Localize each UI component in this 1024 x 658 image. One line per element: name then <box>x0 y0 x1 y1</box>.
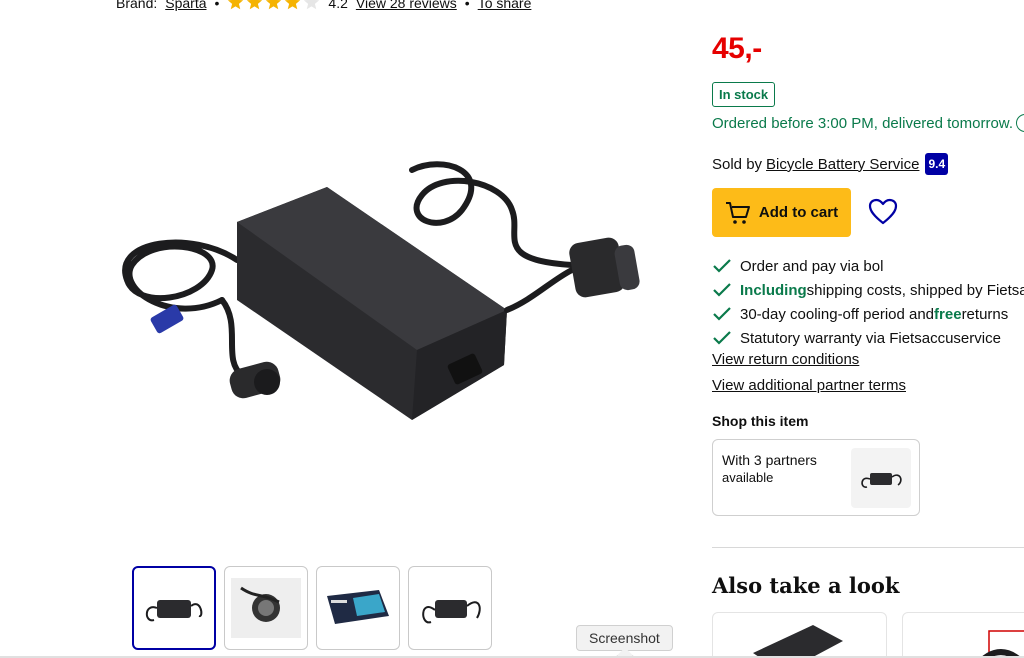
rating-stars <box>227 0 320 11</box>
return-conditions-link[interactable]: View return conditions <box>712 351 859 368</box>
charger-cable-thumbnail-icon <box>422 600 481 624</box>
thumbnail-2[interactable] <box>224 566 308 650</box>
rating-value: 4.2 <box>328 0 348 11</box>
star-icon <box>228 0 244 10</box>
separator: • <box>464 0 470 11</box>
seller-info: Sold by Bicycle Battery Service 9.4 <box>712 153 949 175</box>
check-icon <box>713 307 731 321</box>
partner-text: With 3 partners available <box>722 452 817 486</box>
cart-icon <box>725 201 750 224</box>
recommendation-card[interactable] <box>902 612 1024 658</box>
thumbnail-4[interactable] <box>408 566 492 650</box>
product-main-image[interactable] <box>112 150 672 430</box>
charger-thumbnail-icon <box>145 600 203 622</box>
stock-badge: In stock <box>712 82 776 107</box>
brand-label: Brand: <box>116 0 158 11</box>
product-meta-row: Brand: Sparta • 4.2 View 28 reviews • To… <box>116 0 531 11</box>
share-link[interactable]: To share <box>478 0 532 11</box>
product-image <box>753 625 843 658</box>
usp-text-post: Statutory warranty via Fietsaccuservice <box>740 329 1001 347</box>
usp-text-post: returns <box>961 305 1009 323</box>
usp-item: Statutory warranty via Fietsaccuservice <box>712 326 1024 350</box>
seller-link[interactable]: Bicycle Battery Service <box>766 156 919 173</box>
add-to-cart-button[interactable]: Add to cart <box>712 188 851 237</box>
partners-available: available <box>722 470 774 485</box>
star-icon <box>266 0 282 10</box>
usp-text-bold: Including <box>740 281 807 299</box>
product-price: 45,- <box>712 32 762 65</box>
star-icon <box>285 0 301 10</box>
sold-by-label: Sold by <box>712 155 763 173</box>
delivery-promise: Ordered before 3:00 PM, delivered tomorr… <box>712 115 1013 132</box>
separator: • <box>214 0 220 11</box>
brand-link[interactable]: Sparta <box>165 0 206 11</box>
also-look-title: Also take a look <box>712 573 900 598</box>
usp-item: Including shipping costs, shipped by Fie… <box>712 278 1024 302</box>
usp-list: Order and pay via bol Including shipping… <box>712 254 1024 350</box>
box-thumbnail-icon <box>327 590 389 624</box>
partner-product-image <box>851 448 911 508</box>
check-icon <box>713 331 731 345</box>
star-icon <box>247 0 263 10</box>
add-to-cart-label: Add to cart <box>758 204 839 221</box>
partner-terms-link[interactable]: View additional partner terms <box>712 377 906 394</box>
recommendation-card[interactable] <box>712 612 887 658</box>
usp-text-pre: 30-day cooling-off period and <box>740 305 935 323</box>
usp-text-post: shipping costs, shipped by Fietsa <box>806 281 1024 299</box>
seller-rating-badge: 9.4 <box>925 153 949 175</box>
shop-section-title: Shop this item <box>712 413 809 429</box>
section-divider <box>712 547 1024 548</box>
check-icon <box>713 283 731 297</box>
image-thumbnails <box>132 566 492 650</box>
reviews-link[interactable]: View 28 reviews <box>356 0 457 11</box>
usp-text-post: Order and pay via bol <box>740 257 884 275</box>
product-image <box>980 630 1024 658</box>
check-icon <box>713 259 731 273</box>
charger-icon <box>861 473 902 488</box>
usp-item: Order and pay via bol <box>712 254 1024 278</box>
partner-offers-card[interactable]: With 3 partners available <box>712 439 920 516</box>
plug-thumbnail-icon <box>231 578 301 638</box>
usp-text-bold: free <box>934 305 962 323</box>
usp-item: 30-day cooling-off period and free retur… <box>712 302 1024 326</box>
heart-icon[interactable] <box>868 198 898 226</box>
thumbnail-1[interactable] <box>132 566 216 650</box>
partners-count: With 3 partners <box>722 452 817 468</box>
info-icon[interactable] <box>1016 114 1024 132</box>
star-empty-icon <box>304 0 320 10</box>
thumbnail-3[interactable] <box>316 566 400 650</box>
